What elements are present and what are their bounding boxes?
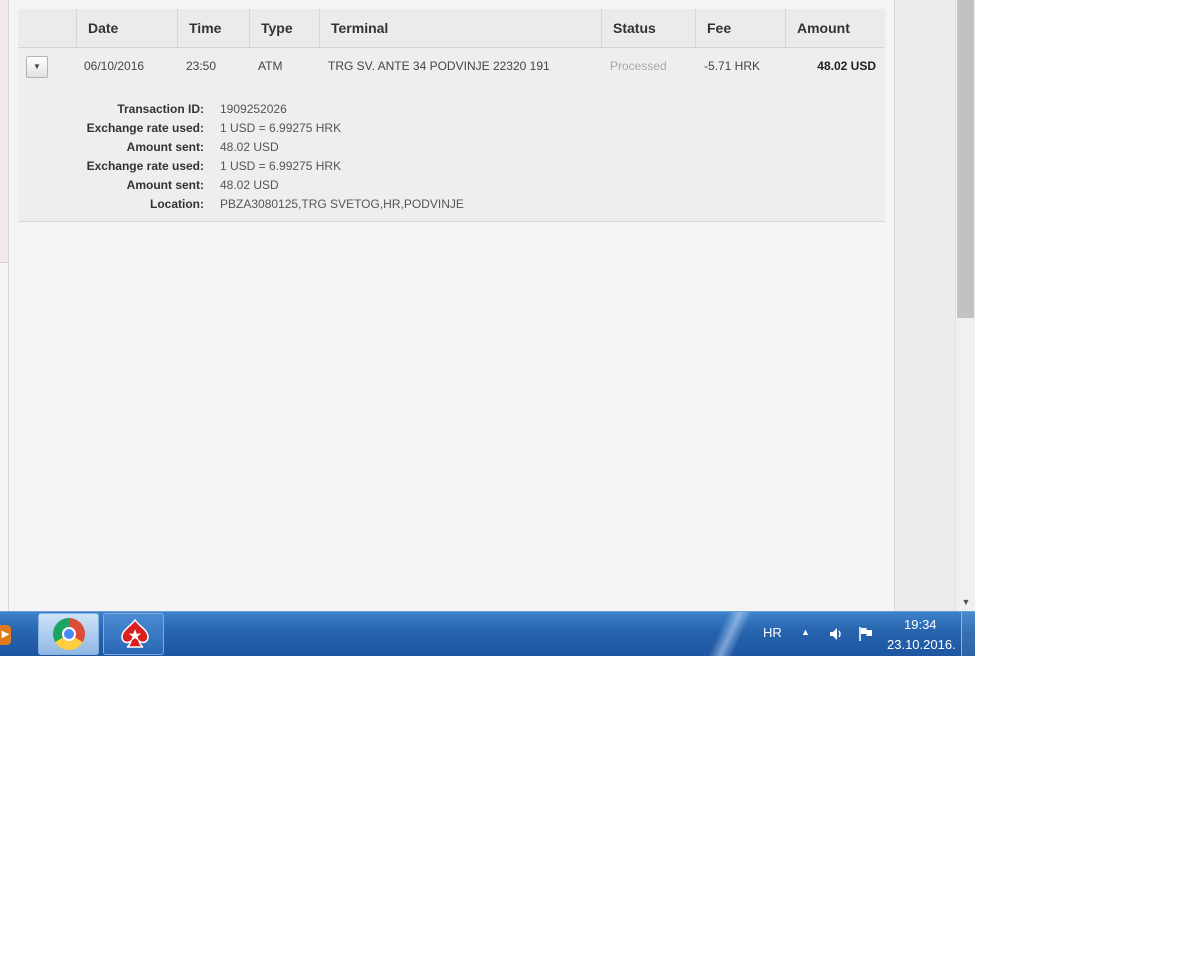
header-amount[interactable]: Amount	[785, 9, 885, 47]
detail-label: Location:	[150, 197, 204, 211]
vertical-scrollbar[interactable]: ▼	[955, 0, 975, 611]
row-date: 06/10/2016	[84, 59, 145, 73]
chevron-down-icon: ▼	[33, 62, 41, 71]
detail-value: 48.02 USD	[220, 178, 279, 192]
row-status: Processed	[610, 59, 667, 73]
row-time: 23:50	[186, 59, 217, 73]
header-date[interactable]: Date	[76, 9, 177, 47]
header-type[interactable]: Type	[249, 9, 319, 47]
row-type: ATM	[258, 59, 283, 73]
taskbar: ▶ HR ▲ 19:34 23.10.2016.	[0, 611, 975, 656]
window-gutter	[895, 0, 955, 611]
left-window-edge	[0, 0, 9, 611]
show-hidden-icons-icon[interactable]: ▲	[801, 627, 810, 637]
pokerstars-icon	[121, 618, 149, 648]
row-terminal: TRG SV. ANTE 34 PODVINJE 22320 191	[328, 59, 550, 73]
header-time[interactable]: Time	[177, 9, 249, 47]
screen: Date Time Type Terminal Status Fee Amoun…	[0, 0, 975, 656]
row-fee: -5.71 HRK	[704, 59, 761, 73]
scrollbar-thumb[interactable]	[957, 0, 974, 318]
detail-value: 1909252026	[220, 102, 287, 116]
table-row[interactable]: ▼ 06/10/2016 23:50 ATM TRG SV. ANTE 34 P…	[18, 48, 885, 222]
media-player-icon[interactable]: ▶	[0, 625, 11, 645]
detail-label: Exchange rate used:	[86, 159, 204, 173]
detail-value: PBZA3080125,TRG SVETOG,HR,PODVINJE	[220, 197, 464, 211]
table-header: Date Time Type Terminal Status Fee Amoun…	[18, 9, 885, 48]
scroll-down-arrow-icon[interactable]: ▼	[956, 597, 975, 607]
taskbar-chrome-button[interactable]	[38, 613, 99, 655]
header-terminal[interactable]: Terminal	[319, 9, 601, 47]
expand-row-button[interactable]: ▼	[26, 56, 48, 78]
header-fee[interactable]: Fee	[695, 9, 785, 47]
volume-icon[interactable]	[828, 625, 846, 643]
detail-label: Amount sent:	[126, 178, 204, 192]
detail-label: Exchange rate used:	[86, 121, 204, 135]
chrome-icon	[53, 618, 85, 650]
detail-label: Amount sent:	[126, 140, 204, 154]
clock-time[interactable]: 19:34	[904, 617, 937, 632]
action-center-flag-icon[interactable]	[857, 625, 875, 643]
show-desktop-button[interactable]	[961, 612, 975, 656]
header-expander-column	[18, 9, 76, 47]
row-amount: 48.02 USD	[817, 59, 876, 73]
detail-label: Transaction ID:	[117, 102, 204, 116]
detail-value: 1 USD = 6.99275 HRK	[220, 159, 342, 173]
clock-date[interactable]: 23.10.2016.	[887, 637, 956, 652]
detail-value: 1 USD = 6.99275 HRK	[220, 121, 342, 135]
header-status[interactable]: Status	[601, 9, 695, 47]
detail-value: 48.02 USD	[220, 140, 279, 154]
language-indicator[interactable]: HR	[763, 625, 782, 640]
taskbar-pokerstars-button[interactable]	[103, 613, 164, 655]
